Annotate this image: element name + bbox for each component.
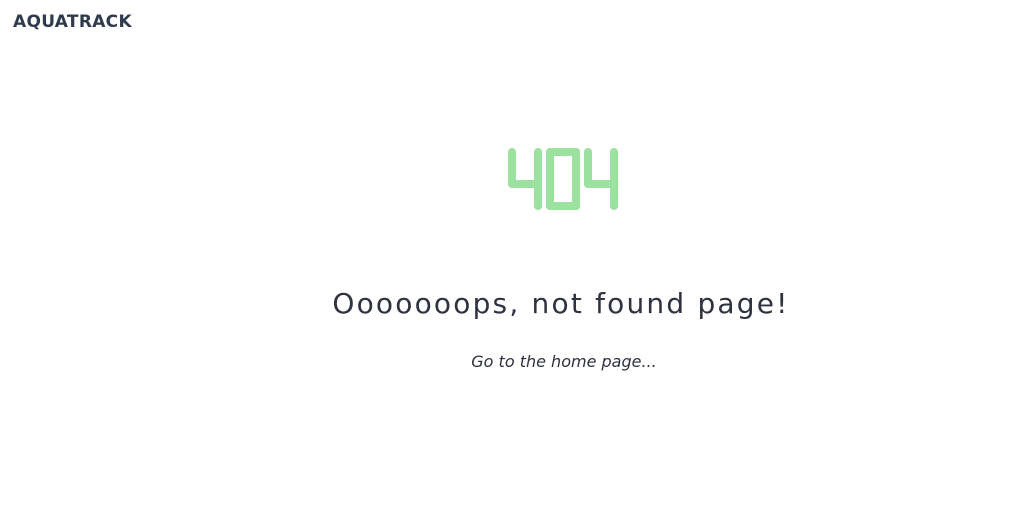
error-code-digit-0	[546, 148, 580, 210]
app-logo[interactable]: AQUATRACK	[13, 11, 132, 33]
not-found-page: AQUATRACK 404 Ooooooops, not found page!…	[0, 0, 1022, 525]
not-found-message: Ooooooops, not found page!	[332, 287, 790, 320]
error-code: 404	[508, 148, 620, 210]
error-code-digit-4	[508, 148, 542, 210]
home-page-link[interactable]: Go to the home page...	[0, 351, 1022, 373]
error-code-digit-4-second	[584, 148, 618, 210]
